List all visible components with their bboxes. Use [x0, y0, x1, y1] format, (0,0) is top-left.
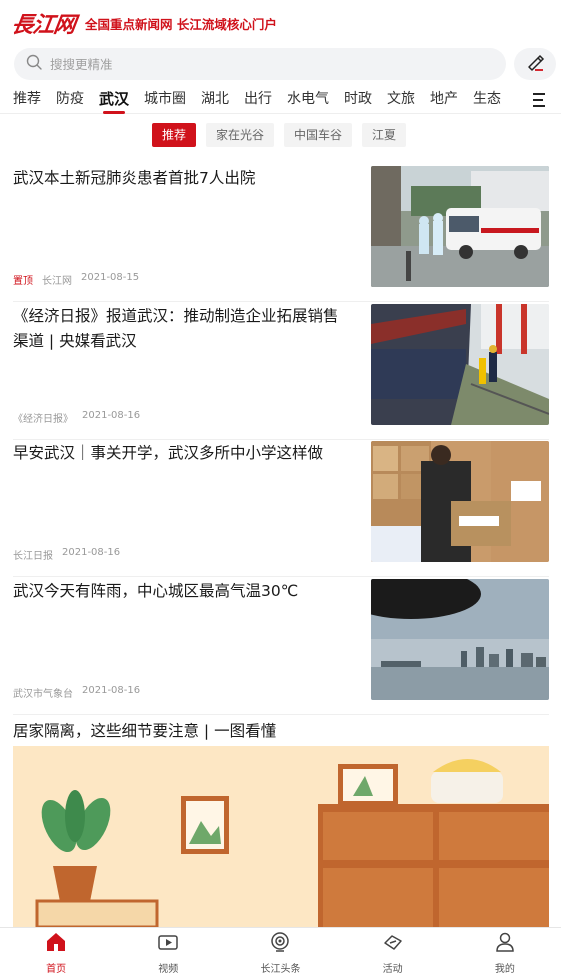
- news-item[interactable]: 早安武汉｜事关开学，武汉多所中小学这样做 长江日报 2021-08-16: [13, 441, 549, 577]
- channel-tab[interactable]: 文旅: [387, 86, 415, 114]
- video-icon: [157, 931, 179, 957]
- news-title[interactable]: 早安武汉｜事关开学，武汉多所中小学这样做: [13, 441, 353, 466]
- channel-tab[interactable]: 出行: [244, 86, 272, 114]
- site-tagline: 全国重点新闻网 长江流域核心门户: [85, 16, 277, 32]
- broadcast-icon: [269, 931, 291, 957]
- subtab[interactable]: 家在光谷: [206, 123, 275, 147]
- nav-label: 视频: [158, 963, 179, 975]
- news-source: 长江日报: [13, 551, 53, 562]
- subtab[interactable]: 江夏: [362, 123, 407, 147]
- nav-label: 我的: [494, 963, 515, 975]
- channel-tab[interactable]: 生态: [473, 86, 501, 114]
- nav-activity[interactable]: 活动: [337, 928, 449, 977]
- news-date: 2021-08-16: [82, 685, 141, 696]
- channel-tab[interactable]: 防疫: [56, 86, 84, 114]
- nav-video[interactable]: 视频: [112, 928, 224, 977]
- edit-button[interactable]: [514, 48, 556, 80]
- channel-tab[interactable]: 推荐: [13, 86, 41, 114]
- sub-tabs: 推荐 家在光谷 中国车谷 江夏: [152, 123, 416, 148]
- nav-headlines[interactable]: 长江头条: [224, 928, 336, 977]
- news-meta: 《经济日报》 2021-08-16: [13, 410, 140, 425]
- news-item[interactable]: 《经济日报》报道武汉：推动制造企业拓展销售渠道 | 央媒看武汉 《经济日报》 2…: [13, 304, 549, 440]
- news-source: 长江网: [42, 276, 72, 287]
- channel-menu-icon[interactable]: [531, 92, 553, 108]
- pen-icon: [525, 52, 545, 76]
- nav-label: 首页: [46, 963, 67, 975]
- nav-home[interactable]: 首页: [0, 928, 112, 977]
- news-title[interactable]: 武汉本土新冠肺炎患者首批7人出院: [13, 166, 353, 191]
- bottom-navigation: 首页 视频 长江头条 活动 我的: [0, 927, 561, 977]
- app-header: 長江网 全国重点新闻网 长江流域核心门户: [0, 0, 561, 46]
- nav-mine[interactable]: 我的: [449, 928, 561, 977]
- news-thumbnail[interactable]: [371, 304, 549, 425]
- featured-news-title[interactable]: 居家隔离，这些细节要注意 | 一图看懂: [13, 719, 276, 741]
- site-logo[interactable]: 長江网: [10, 7, 78, 39]
- search-input[interactable]: [50, 56, 450, 72]
- news-date: 2021-08-15: [81, 272, 140, 283]
- news-item[interactable]: 武汉今天有阵雨，中心城区最高气温30℃ 武汉市气象台 2021-08-16: [13, 579, 549, 715]
- news-meta: 长江日报 2021-08-16: [13, 547, 120, 562]
- news-title[interactable]: 《经济日报》报道武汉：推动制造企业拓展销售渠道 | 央媒看武汉: [13, 304, 353, 354]
- pinned-badge: 置顶: [13, 276, 33, 287]
- channel-tabs: 推荐 防疫 武汉 城市圈 湖北 出行 水电气 时政 文旅 地产 生态: [0, 86, 561, 114]
- news-item[interactable]: 武汉本土新冠肺炎患者首批7人出院 置顶 长江网 2021-08-15: [13, 166, 549, 302]
- news-date: 2021-08-16: [82, 410, 141, 421]
- news-thumbnail[interactable]: [371, 441, 549, 562]
- nav-label: 活动: [382, 963, 403, 975]
- news-thumbnail[interactable]: [371, 579, 549, 700]
- nav-label: 长江头条: [260, 963, 301, 975]
- channel-tab[interactable]: 湖北: [201, 86, 229, 114]
- channel-tab[interactable]: 水电气: [287, 86, 329, 114]
- news-date: 2021-08-16: [62, 547, 121, 558]
- news-thumbnail[interactable]: [371, 166, 549, 287]
- news-title[interactable]: 武汉今天有阵雨，中心城区最高气温30℃: [13, 579, 353, 604]
- user-icon: [494, 931, 516, 957]
- channel-tab[interactable]: 时政: [344, 86, 372, 114]
- channel-tab-active[interactable]: 武汉: [99, 86, 129, 114]
- featured-news-image[interactable]: [13, 746, 549, 927]
- search-box[interactable]: [14, 48, 506, 80]
- subtab-active[interactable]: 推荐: [152, 123, 197, 147]
- news-meta: 武汉市气象台 2021-08-16: [13, 685, 140, 700]
- news-source: 《经济日报》: [13, 414, 73, 425]
- subtab[interactable]: 中国车谷: [284, 123, 353, 147]
- search-bar: [0, 46, 561, 84]
- channel-tab[interactable]: 城市圈: [144, 86, 186, 114]
- home-icon: [45, 931, 67, 957]
- channel-tab[interactable]: 地产: [430, 86, 458, 114]
- search-icon: [26, 54, 42, 74]
- news-meta: 置顶 长江网 2021-08-15: [13, 272, 139, 287]
- activity-icon: [382, 931, 404, 957]
- news-source: 武汉市气象台: [13, 689, 73, 700]
